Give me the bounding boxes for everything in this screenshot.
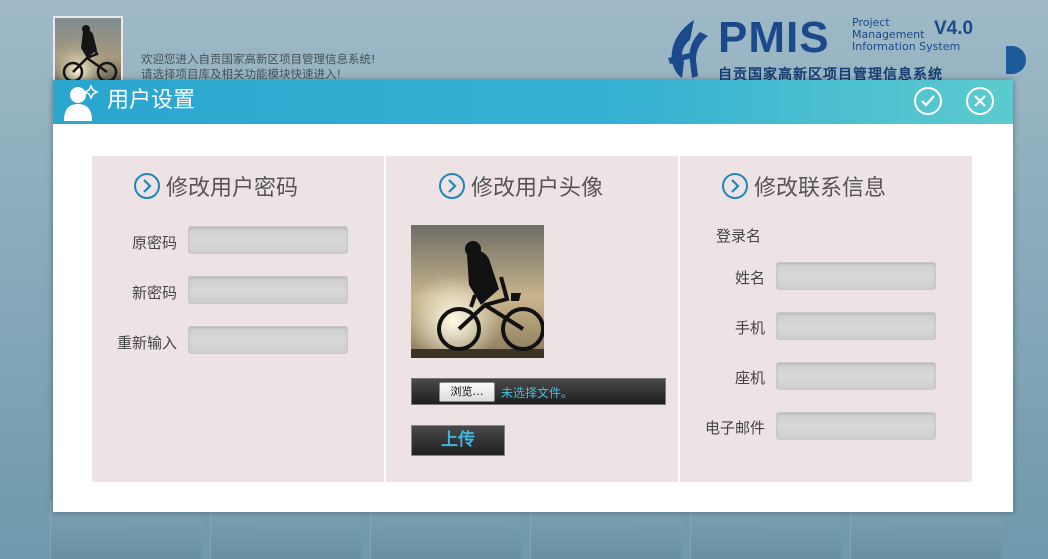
password-panel: 修改用户密码 原密码 新密码 重新输入	[92, 156, 384, 482]
panel-title: 修改用户密码	[166, 176, 299, 201]
panel-heading: 修改用户密码	[134, 170, 298, 202]
dialog-header: 用户设置	[53, 80, 1013, 124]
pmis-logo: PMIS Project Management Information Syst…	[664, 13, 994, 83]
user-icon	[64, 84, 99, 121]
edge-decoration	[1006, 46, 1026, 74]
welcome-line: 欢迎您进入自贡国家高新区项目管理信息系统!	[141, 52, 376, 66]
welcome-text: 欢迎您进入自贡国家高新区项目管理信息系统! 请选择项目库及相关功能模块快速进入!	[141, 52, 376, 82]
contact-panel: 修改联系信息 登录名 姓名 手机 座机 电子邮件	[680, 156, 972, 482]
landline-label: 座机	[734, 369, 765, 387]
panel-heading: 修改用户头像	[439, 170, 603, 202]
avatar-panel: 修改用户头像 浏览… 未选择文件。 上传	[386, 156, 678, 482]
close-button[interactable]	[966, 87, 994, 115]
mobile-label: 手机	[734, 319, 765, 337]
new-password-input[interactable]	[188, 276, 348, 304]
logo-mark-icon	[668, 20, 708, 78]
cyclist-image	[411, 225, 544, 358]
current-avatar	[411, 225, 544, 358]
chevron-right-icon	[722, 173, 748, 199]
old-password-input[interactable]	[188, 226, 348, 254]
logo-title: PMIS	[718, 13, 830, 62]
email-input[interactable]	[776, 412, 936, 440]
mobile-input[interactable]	[776, 312, 936, 340]
old-password-label: 原密码	[131, 234, 177, 252]
name-label: 姓名	[734, 269, 765, 287]
cyclist-image	[55, 18, 121, 84]
chevron-right-icon	[439, 173, 465, 199]
new-password-label: 新密码	[131, 284, 177, 302]
confirm-password-input[interactable]	[188, 326, 348, 354]
name-input[interactable]	[776, 262, 936, 290]
header-avatar[interactable]	[53, 16, 123, 86]
dialog-title: 用户设置	[107, 88, 196, 113]
landline-input[interactable]	[776, 362, 936, 390]
check-icon	[921, 95, 935, 107]
close-icon	[974, 95, 986, 107]
upload-button[interactable]: 上传	[411, 425, 505, 456]
ok-button[interactable]	[914, 87, 942, 115]
logo-subtitle-line: Information System	[852, 40, 961, 53]
browse-button[interactable]: 浏览…	[439, 382, 495, 402]
file-input[interactable]: 浏览… 未选择文件。	[411, 378, 666, 405]
panel-title: 修改联系信息	[754, 176, 887, 201]
user-settings-dialog: 用户设置 修改用户密码 原密码 新密码 重新输入 修改用户头像 浏览… 未选择文…	[53, 80, 1013, 512]
panel-heading: 修改联系信息	[722, 170, 886, 202]
logo-version: V4.0	[934, 18, 974, 39]
email-label: 电子邮件	[704, 419, 765, 437]
panel-title: 修改用户头像	[471, 176, 604, 201]
chevron-right-icon	[134, 173, 160, 199]
confirm-password-label: 重新输入	[116, 334, 177, 352]
file-status: 未选择文件。	[501, 386, 574, 400]
login-name-label: 登录名	[716, 227, 762, 245]
